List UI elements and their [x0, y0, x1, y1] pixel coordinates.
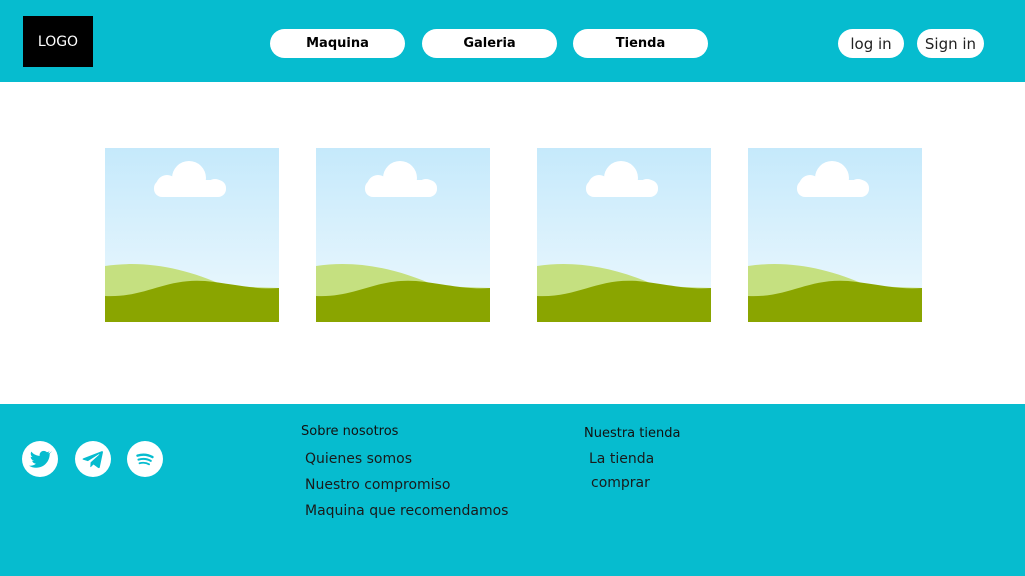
landscape-placeholder-image	[748, 148, 922, 322]
signin-label: Sign in	[924, 34, 977, 53]
footer-link-la-tienda[interactable]: La tienda	[589, 451, 654, 467]
login-button[interactable]: log in	[838, 29, 904, 58]
landscape-placeholder-image	[316, 148, 490, 322]
gallery-image-1[interactable]	[105, 148, 279, 322]
footer-link-maquina-recomendamos[interactable]: Maquina que recomendamos	[305, 503, 508, 519]
section-heading-sobre-nosotros: Sobre nosotros	[301, 424, 399, 439]
spotify-link[interactable]	[127, 441, 163, 477]
gallery-image-2[interactable]	[316, 148, 490, 322]
twitter-icon	[28, 450, 52, 468]
login-label: log in	[850, 34, 892, 53]
nav-tienda-button[interactable]: Tienda	[573, 29, 708, 58]
nav-galeria-button[interactable]: Galeria	[422, 29, 557, 58]
nav-label: Maquina	[306, 36, 369, 51]
landscape-placeholder-image	[105, 148, 279, 322]
twitter-link[interactable]	[22, 441, 58, 477]
landscape-placeholder-image	[537, 148, 711, 322]
footer-link-quienes-somos[interactable]: Quienes somos	[305, 451, 412, 467]
gallery-image-3[interactable]	[537, 148, 711, 322]
logo[interactable]: LOGO	[23, 16, 93, 67]
nav-label: Galeria	[463, 36, 516, 51]
nav-label: Tienda	[615, 36, 666, 51]
signin-button[interactable]: Sign in	[917, 29, 984, 58]
footer-link-nuestro-compromiso[interactable]: Nuestro compromiso	[305, 477, 450, 493]
footer-link-comprar[interactable]: comprar	[591, 475, 650, 491]
section-heading-nuestra-tienda: Nuestra tienda	[584, 426, 681, 441]
telegram-icon	[82, 451, 103, 469]
spotify-icon	[136, 453, 154, 466]
site-footer: Sobre nosotros Quienes somos Nuestro com…	[0, 404, 1025, 576]
telegram-link[interactable]	[75, 441, 111, 477]
nav-maquina-button[interactable]: Maquina	[270, 29, 405, 58]
site-header: LOGO Maquina Galeria Tienda log in Sign …	[0, 0, 1025, 82]
gallery-image-4[interactable]	[748, 148, 922, 322]
